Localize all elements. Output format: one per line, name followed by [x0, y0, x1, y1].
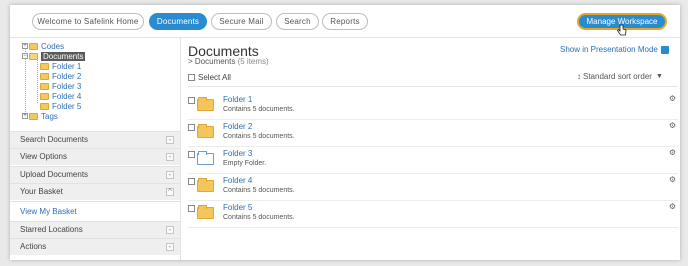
tree-item-folder[interactable]: Folder 2	[40, 71, 81, 81]
item-description: Contains 5 documents.	[223, 133, 295, 140]
gear-icon[interactable]: ⚙	[669, 175, 676, 184]
sidebar-upload-documents[interactable]: Upload Documents -	[10, 166, 180, 183]
folder-icon	[40, 92, 49, 100]
collapse-button[interactable]: -	[166, 136, 174, 144]
tab-welcome-home[interactable]: Welcome to Safelink Home	[32, 13, 144, 30]
item-name-link[interactable]: Folder 1	[223, 95, 252, 104]
chevron-down-icon: ▼	[655, 73, 663, 80]
tab-search[interactable]: Search	[276, 13, 319, 30]
view-my-basket-link[interactable]: View My Basket	[10, 201, 180, 221]
list-item[interactable]: Folder 4 Contains 5 documents. ⚙	[188, 174, 678, 201]
gear-icon[interactable]: ⚙	[669, 94, 676, 103]
gear-icon[interactable]: ⚙	[669, 121, 676, 130]
folder-icon	[197, 178, 214, 192]
item-name-link[interactable]: Folder 3	[223, 149, 252, 158]
folder-icon	[29, 112, 38, 120]
collapse-button[interactable]: -	[166, 153, 174, 161]
top-navigation: Welcome to Safelink Home Documents Secur…	[10, 5, 680, 38]
item-checkbox[interactable]	[188, 178, 195, 185]
select-all[interactable]: Select All	[188, 73, 231, 82]
gear-icon[interactable]: ⚙	[669, 148, 676, 157]
tree-item-documents[interactable]: − Documents	[22, 51, 86, 61]
hand-cursor-icon	[617, 24, 627, 36]
tab-secure-mail[interactable]: Secure Mail	[211, 13, 272, 30]
collapse-button[interactable]: -	[166, 226, 174, 234]
folder-open-icon	[29, 52, 38, 60]
folder-icon	[197, 97, 214, 111]
app-window: Welcome to Safelink Home Documents Secur…	[10, 5, 680, 260]
tree-item-folder[interactable]: Folder 1	[40, 61, 81, 71]
folder-icon	[40, 72, 49, 80]
presentation-mode-link[interactable]: Show in Presentation Mode	[560, 45, 669, 54]
folder-icon	[40, 102, 49, 110]
item-checkbox[interactable]	[188, 205, 195, 212]
item-description: Empty Folder.	[223, 160, 267, 167]
list-item[interactable]: Folder 2 Contains 5 documents. ⚙	[188, 120, 678, 147]
tree-item-folder[interactable]: Folder 5	[40, 101, 81, 111]
tree-item-codes[interactable]: + Codes	[22, 41, 64, 51]
tab-reports[interactable]: Reports	[322, 13, 368, 30]
sidebar-your-basket[interactable]: Your Basket ^	[10, 183, 180, 200]
folder-icon	[197, 205, 214, 219]
pane-divider	[180, 38, 181, 260]
sidebar-actions[interactable]: Actions -	[10, 238, 180, 255]
item-checkbox[interactable]	[188, 97, 195, 104]
gear-icon[interactable]: ⚙	[669, 202, 676, 211]
item-count: (5 items)	[237, 57, 269, 66]
sidebar-view-options[interactable]: View Options -	[10, 148, 180, 165]
tab-documents[interactable]: Documents	[149, 13, 207, 30]
expand-icon[interactable]: +	[22, 113, 28, 119]
sort-dropdown[interactable]: ↕ Standard sort order ▼	[577, 72, 663, 81]
collapse-button[interactable]: -	[166, 171, 174, 179]
item-name-link[interactable]: Folder 2	[223, 122, 252, 131]
list-divider	[188, 86, 678, 87]
item-description: Contains 5 documents.	[223, 214, 295, 221]
sidebar-starred-locations[interactable]: Starred Locations -	[10, 221, 180, 238]
breadcrumb: > Documents (5 items)	[188, 57, 269, 66]
sidebar-search-documents[interactable]: Search Documents -	[10, 131, 180, 148]
sort-icon: ↕	[577, 72, 581, 81]
item-name-link[interactable]: Folder 5	[223, 203, 252, 212]
collapse-button[interactable]: -	[166, 243, 174, 251]
folder-icon	[29, 42, 38, 50]
list-item[interactable]: Folder 1 Contains 5 documents. ⚙	[188, 93, 678, 120]
empty-folder-icon	[197, 151, 214, 165]
collapse-icon[interactable]: −	[22, 53, 28, 59]
item-checkbox[interactable]	[188, 124, 195, 131]
select-all-checkbox[interactable]	[188, 74, 195, 81]
folder-icon	[40, 62, 49, 70]
tree-item-folder[interactable]: Folder 4	[40, 91, 81, 101]
presentation-icon	[660, 45, 669, 54]
item-name-link[interactable]: Folder 4	[223, 176, 252, 185]
item-description: Contains 5 documents.	[223, 187, 295, 194]
list-item[interactable]: Folder 5 Contains 5 documents. ⚙	[188, 201, 678, 228]
item-description: Contains 5 documents.	[223, 106, 295, 113]
list-item[interactable]: Folder 3 Empty Folder. ⚙	[188, 147, 678, 174]
tree-item-tags[interactable]: + Tags	[22, 111, 58, 121]
expand-button[interactable]: ^	[166, 188, 174, 196]
expand-icon[interactable]: +	[22, 43, 28, 49]
tree-item-folder[interactable]: Folder 3	[40, 81, 81, 91]
item-checkbox[interactable]	[188, 151, 195, 158]
folder-icon	[197, 124, 214, 138]
folder-icon	[40, 82, 49, 90]
